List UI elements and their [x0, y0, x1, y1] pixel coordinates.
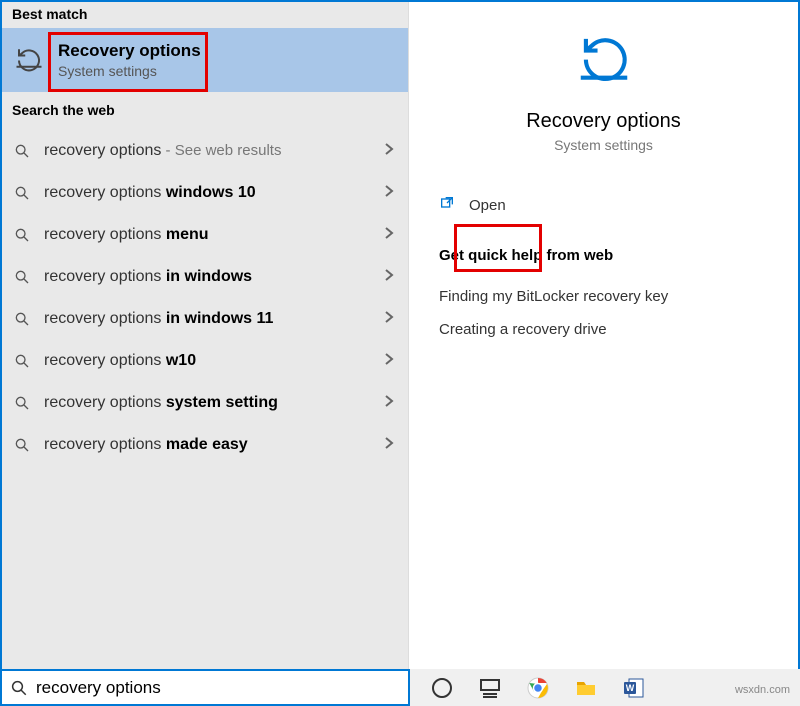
- search-bar[interactable]: [0, 669, 410, 706]
- suggestion-item[interactable]: recovery options in windows 11: [2, 298, 408, 340]
- chevron-right-icon: [384, 268, 394, 286]
- detail-subtitle: System settings: [429, 137, 778, 153]
- search-icon: [14, 311, 30, 327]
- quick-link[interactable]: Finding my BitLocker recovery key: [409, 280, 798, 313]
- word-icon[interactable]: W: [622, 676, 646, 700]
- search-icon: [14, 395, 30, 411]
- recovery-icon: [14, 43, 44, 77]
- chevron-right-icon: [384, 142, 394, 160]
- suggestion-item[interactable]: recovery options system setting: [2, 382, 408, 424]
- suggestion-text: recovery options in windows 11: [44, 310, 384, 328]
- search-web-header: Search the web: [2, 98, 408, 124]
- chevron-right-icon: [384, 352, 394, 370]
- svg-text:W: W: [626, 683, 635, 693]
- suggestion-text: recovery options menu: [44, 226, 384, 244]
- search-icon: [14, 269, 30, 285]
- suggestion-text: recovery options windows 10: [44, 184, 384, 202]
- suggestion-item[interactable]: recovery options made easy: [2, 424, 408, 466]
- search-input[interactable]: [36, 678, 400, 698]
- detail-panel: Recovery options System settings Open Ge…: [408, 2, 798, 669]
- results-panel: Best match Recovery options System setti…: [2, 2, 408, 669]
- task-view-icon[interactable]: [478, 676, 502, 700]
- annotation-box: [48, 32, 208, 92]
- quick-link[interactable]: Creating a recovery drive: [409, 313, 798, 346]
- search-icon: [14, 143, 30, 159]
- suggestion-item[interactable]: recovery options in windows: [2, 256, 408, 298]
- search-icon: [14, 185, 30, 201]
- search-icon: [14, 353, 30, 369]
- open-action[interactable]: Open: [409, 183, 798, 227]
- attribution-text: wsxdn.com: [735, 684, 790, 696]
- suggestion-item[interactable]: recovery options windows 10: [2, 172, 408, 214]
- suggestion-item[interactable]: recovery options w10: [2, 340, 408, 382]
- suggestion-item[interactable]: recovery options - See web results: [2, 130, 408, 172]
- suggestion-text: recovery options - See web results: [44, 142, 384, 160]
- suggestion-list: recovery options - See web results recove…: [2, 124, 408, 466]
- file-explorer-icon[interactable]: [574, 676, 598, 700]
- open-icon: [439, 195, 455, 215]
- chevron-right-icon: [384, 310, 394, 328]
- annotation-box: [454, 224, 542, 272]
- chrome-icon[interactable]: [526, 676, 550, 700]
- detail-title: Recovery options: [429, 110, 778, 133]
- chevron-right-icon: [384, 394, 394, 412]
- chevron-right-icon: [384, 184, 394, 202]
- search-icon: [14, 227, 30, 243]
- suggestion-text: recovery options made easy: [44, 436, 384, 454]
- suggestion-text: recovery options in windows: [44, 268, 384, 286]
- recovery-icon-large: [573, 26, 635, 92]
- chevron-right-icon: [384, 436, 394, 454]
- open-label: Open: [469, 197, 506, 214]
- suggestion-item[interactable]: recovery options menu: [2, 214, 408, 256]
- suggestion-text: recovery options system setting: [44, 394, 384, 412]
- search-icon: [14, 437, 30, 453]
- best-match-header: Best match: [2, 2, 408, 28]
- cortana-icon[interactable]: [430, 676, 454, 700]
- chevron-right-icon: [384, 226, 394, 244]
- suggestion-text: recovery options w10: [44, 352, 384, 370]
- search-icon: [10, 679, 28, 697]
